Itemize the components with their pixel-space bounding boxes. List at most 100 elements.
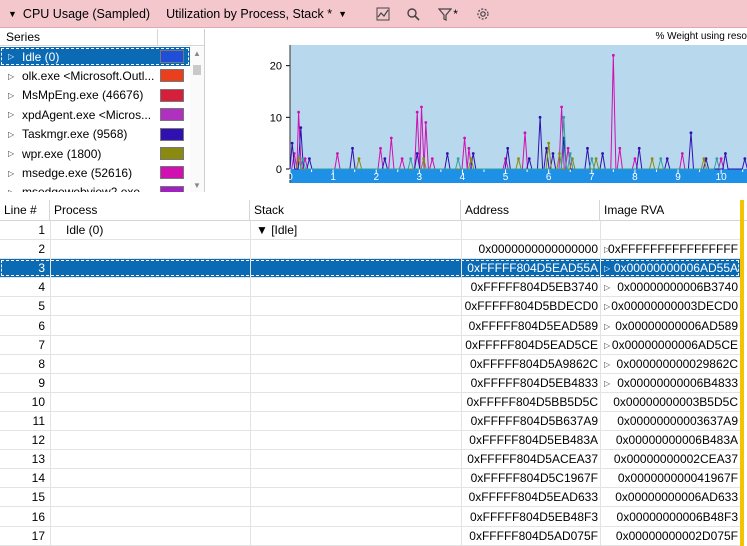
table-row[interactable]: 8 0xFFFFF804D5A9862C ▷ 0x000000000029862C	[0, 355, 740, 374]
table-row[interactable]: 16 0xFFFFF804D5EB48F3 0x00000000006B48F3	[0, 508, 740, 527]
scroll-thumb[interactable]	[193, 65, 201, 75]
cell-process	[50, 431, 248, 450]
table-row[interactable]: 10 0xFFFFF804D5BB5D5C 0x00000000003B5D5C	[0, 393, 740, 412]
cell-line: 16	[31, 509, 45, 524]
scroll-up-icon[interactable]: ▲	[193, 49, 201, 58]
graph-titlebar: ▼ CPU Usage (Sampled) Utilization by Pro…	[0, 0, 747, 28]
series-color-swatch[interactable]	[160, 127, 184, 141]
table-row[interactable]: 6 0xFFFFF804D5EAD589 ▷ 0x00000000006AD589	[0, 317, 740, 336]
table-row[interactable]: 9 0xFFFFF804D5EB4833 ▷ 0x00000000006B4833	[0, 374, 740, 393]
column-divider	[50, 221, 51, 546]
series-item[interactable]: ▷ xpdAgent.exe <Micros...	[0, 105, 190, 124]
data-point	[456, 157, 460, 161]
cell-rva: 0x00000000002CEA37	[613, 452, 738, 467]
data-point	[650, 157, 654, 161]
column-divider-highlight[interactable]	[740, 200, 744, 546]
series-item-label: xpdAgent.exe <Micros...	[22, 107, 152, 122]
series-item[interactable]: ▷ Idle (0)	[0, 47, 190, 67]
series-item[interactable]: ▷ msedge.exe (52616)	[0, 163, 190, 182]
series-color-swatch[interactable]	[160, 69, 184, 83]
series-item[interactable]: ▷ MsMpEng.exe (46676)	[0, 86, 190, 105]
table-row[interactable]: 2 0x0000000000000000 ▷ 0xFFFFFFFFFFFFFFFF	[0, 240, 740, 260]
series-color-swatch[interactable]	[160, 88, 184, 102]
expand-icon[interactable]: ▷	[8, 188, 18, 192]
series-color-swatch[interactable]	[160, 50, 184, 63]
cell-rva: 0x00000000006B3740	[617, 280, 738, 295]
data-point	[743, 157, 747, 161]
table-row[interactable]: 17 0xFFFFF804D5AD075F 0x00000000002D075F	[0, 527, 740, 546]
scroll-down-icon[interactable]: ▼	[193, 181, 201, 190]
settings-icon[interactable]	[475, 6, 491, 22]
data-point	[336, 152, 339, 155]
column-header-image-rva[interactable]: Image RVA	[600, 200, 740, 221]
series-color-swatch[interactable]	[160, 185, 184, 192]
series-color-swatch[interactable]	[160, 108, 184, 122]
data-point	[545, 146, 548, 150]
table-row[interactable]: 11 0xFFFFF804D5B637A9 0x00000000003637A9	[0, 412, 740, 432]
expand-icon[interactable]: ▷	[8, 130, 18, 139]
cell-line: 1	[38, 223, 45, 237]
series-scrollbar[interactable]: ▲ ▼	[190, 47, 204, 192]
cell-line: 7	[38, 337, 45, 352]
cell-rva: 0x00000000006B48F3	[616, 509, 738, 524]
cell-stack	[250, 488, 460, 507]
series-item[interactable]: ▷ wpr.exe (1800)	[0, 144, 190, 163]
expand-icon[interactable]: ▷	[8, 52, 18, 61]
expand-icon[interactable]: ▷	[8, 110, 18, 119]
series-item[interactable]: ▷ msedgewebview2.exe	[0, 183, 190, 192]
collapse-graph-toggle[interactable]: ▼ CPU Usage (Sampled)	[0, 0, 166, 28]
series-color-swatch[interactable]	[160, 166, 184, 180]
cpu-usage-chart[interactable]: % Weight using reso 20 10 0 0 1 2 3 4 5 6 7 8 9 10	[206, 29, 747, 192]
view-preset-dropdown[interactable]: Utilization by Process, Stack * ▼	[166, 0, 353, 28]
series-item-label: Taskmgr.exe (9568)	[22, 127, 128, 142]
cell-rva: 0x00000000002D075F	[615, 528, 738, 543]
series-item[interactable]: ▷ olk.exe <Microsoft.Outl...	[0, 66, 190, 85]
cell-line: 8	[38, 356, 45, 371]
expand-icon[interactable]: ▷	[8, 91, 18, 100]
data-point	[409, 157, 413, 161]
cell-line: 9	[38, 375, 45, 390]
chart-view-icon[interactable]	[375, 6, 391, 22]
series-color-swatch[interactable]	[160, 146, 184, 160]
expand-icon[interactable]: ▷	[8, 169, 18, 178]
data-point	[724, 152, 727, 155]
series-item-label: Idle (0)	[22, 49, 60, 64]
column-header-address[interactable]: Address	[461, 200, 600, 221]
data-point	[463, 136, 467, 140]
cell-address: 0xFFFFF804D5EAD633	[468, 490, 598, 505]
data-point	[420, 105, 423, 109]
cell-line: 6	[38, 318, 45, 333]
filter-icon[interactable]: *	[435, 6, 461, 22]
table-row[interactable]: 5 0xFFFFF804D5BDECD0 ▷ 0x00000000003DECD0	[0, 297, 740, 317]
data-point	[527, 157, 531, 161]
series-header: Series	[0, 29, 204, 46]
table-row[interactable]: 3 0xFFFFF804D5EAD55A ▷ 0x00000000006AD55A	[0, 259, 740, 279]
search-icon[interactable]	[405, 6, 421, 22]
table-row[interactable]: 4 0xFFFFF804D5EB3740 ▷ 0x00000000006B3740	[0, 278, 740, 298]
table-row[interactable]: 13 0xFFFFF804D5ACEA37 0x00000000002CEA37	[0, 450, 740, 470]
table-row[interactable]: 7 0xFFFFF804D5EAD5CE ▷ 0x00000000006AD5CE	[0, 336, 740, 355]
column-header-process[interactable]: Process	[50, 200, 250, 221]
expand-icon[interactable]: ▷	[8, 72, 18, 81]
table-row[interactable]: 12 0xFFFFF804D5EB483A 0x00000000006B483A	[0, 431, 740, 451]
cell-rva: 0xFFFFFFFFFFFFFFFF	[608, 242, 738, 257]
series-item[interactable]: ▷ Taskmgr.exe (9568)	[0, 125, 190, 144]
table-row[interactable]: 1 Idle (0) ▼ [Idle]	[0, 221, 740, 241]
cell-address: 0xFFFFF804D5EAD5CE	[465, 337, 598, 352]
cell-process: Idle (0)	[66, 223, 104, 237]
cell-address: 0xFFFFF804D5EB4833	[470, 375, 598, 390]
column-header-line[interactable]: Line #	[0, 200, 50, 221]
data-point	[467, 146, 471, 150]
table-row[interactable]: 14 0xFFFFF804D5C1967F 0x000000000041967F	[0, 469, 740, 489]
data-point	[594, 157, 598, 161]
data-point	[379, 146, 382, 150]
cell-stack	[250, 412, 460, 431]
column-header-stack[interactable]: Stack	[250, 200, 461, 221]
expand-icon[interactable]: ▷	[8, 149, 18, 158]
data-point	[590, 157, 594, 161]
data-point	[633, 157, 637, 161]
series-item-label: olk.exe <Microsoft.Outl...	[22, 69, 155, 84]
cell-rva: 0x00000000006AD589	[615, 318, 738, 333]
data-point	[471, 152, 475, 155]
table-row[interactable]: 15 0xFFFFF804D5EAD633 0x00000000006AD633	[0, 488, 740, 508]
